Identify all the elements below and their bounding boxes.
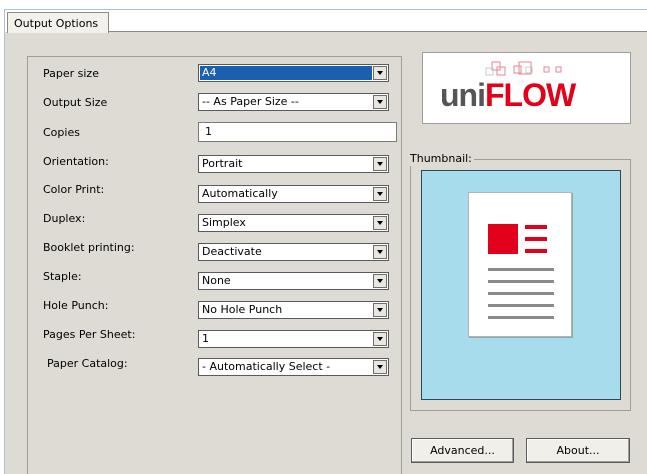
paper-size-label: Paper size — [43, 67, 99, 80]
copies-input[interactable]: 1 — [198, 122, 397, 142]
tab-baseline — [108, 31, 647, 32]
output-size-label: Output Size — [43, 96, 108, 109]
duplex-label: Duplex: — [43, 212, 86, 225]
color-print-dropdown[interactable]: Automatically — [198, 185, 389, 203]
logo-wordmark: uniFLOW — [440, 77, 576, 113]
paper-size-dropdown[interactable]: A4 — [198, 64, 389, 82]
pages-per-sheet-value: 1 — [202, 332, 209, 345]
color-print-value: Automatically — [202, 187, 278, 200]
about-button[interactable]: About... — [526, 438, 630, 463]
document-content-icon — [488, 224, 554, 319]
booklet-printing-dropdown[interactable]: Deactivate — [198, 243, 389, 261]
pages-per-sheet-dropdown[interactable]: 1 — [198, 330, 389, 348]
chevron-down-icon[interactable] — [373, 245, 387, 259]
staple-dropdown[interactable]: None — [198, 272, 389, 290]
tab-label: Output Options — [14, 17, 99, 30]
chevron-down-icon[interactable] — [373, 66, 387, 80]
paper-catalog-label: Paper Catalog: — [47, 357, 128, 370]
duplex-dropdown[interactable]: Simplex — [198, 214, 389, 232]
booklet-printing-value: Deactivate — [202, 245, 262, 258]
thumbnail-label: Thumbnail: — [408, 152, 474, 166]
title-strip — [0, 0, 647, 9]
chevron-down-icon[interactable] — [373, 360, 387, 374]
paper-catalog-value: - Automatically Select - — [202, 360, 331, 373]
output-size-dropdown[interactable]: -- As Paper Size -- — [198, 93, 389, 111]
tab-output-options[interactable]: Output Options — [7, 12, 109, 33]
chevron-down-icon[interactable] — [373, 216, 387, 230]
chevron-down-icon[interactable] — [373, 332, 387, 346]
copies-label: Copies — [43, 126, 80, 139]
settings-group — [27, 56, 402, 474]
logo-text-flow: FLOW — [484, 77, 576, 113]
orientation-dropdown[interactable]: Portrait — [198, 155, 389, 173]
paper-catalog-dropdown[interactable]: - Automatically Select - — [198, 358, 389, 376]
orientation-value: Portrait — [202, 157, 243, 170]
pages-per-sheet-label: Pages Per Sheet: — [43, 328, 136, 341]
staple-value: None — [202, 274, 231, 287]
advanced-button[interactable]: Advanced... — [411, 438, 514, 463]
chevron-down-icon[interactable] — [373, 187, 387, 201]
copies-value: 1 — [205, 125, 212, 138]
chevron-down-icon[interactable] — [373, 157, 387, 171]
hole-punch-label: Hole Punch: — [43, 299, 109, 312]
hole-punch-dropdown[interactable]: No Hole Punch — [198, 301, 389, 319]
orientation-label: Orientation: — [43, 155, 109, 168]
chevron-down-icon[interactable] — [373, 303, 387, 317]
color-print-label: Color Print: — [43, 183, 105, 196]
tab-divider — [108, 13, 109, 32]
chevron-down-icon[interactable] — [373, 274, 387, 288]
hole-punch-value: No Hole Punch — [202, 303, 283, 316]
booklet-printing-label: Booklet printing: — [43, 241, 135, 254]
staple-label: Staple: — [43, 270, 82, 283]
logo-text-uni: uni — [440, 77, 486, 113]
chevron-down-icon[interactable] — [373, 95, 387, 109]
duplex-value: Simplex — [202, 216, 246, 229]
output-size-value: -- As Paper Size -- — [202, 95, 299, 108]
paper-size-value: A4 — [200, 66, 372, 80]
